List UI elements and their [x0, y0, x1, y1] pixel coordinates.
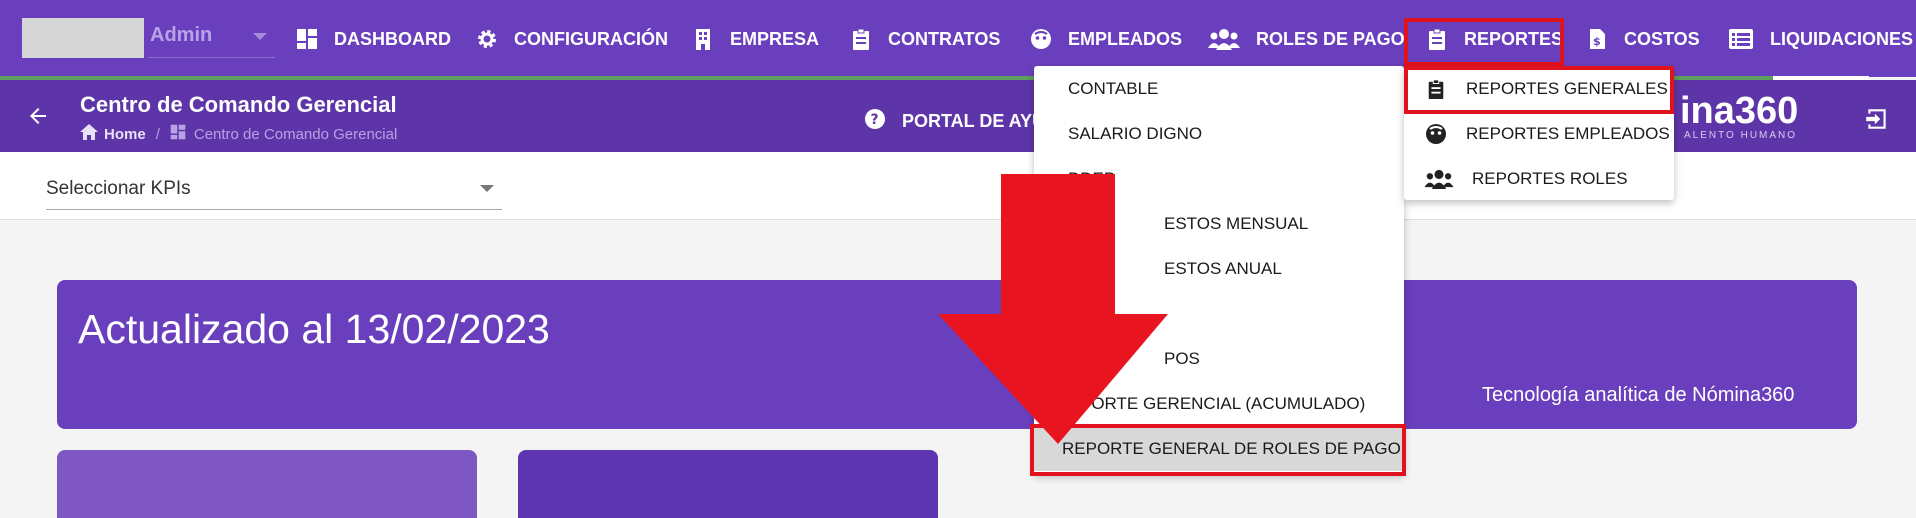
nav-label: CONTRATOS: [888, 28, 1001, 49]
kpi-select-label: Seleccionar KPIs: [46, 178, 191, 199]
menu-item-salario-digno[interactable]: SALARIO DIGNO: [1034, 111, 1404, 156]
chevron-down-icon[interactable]: [253, 33, 267, 40]
kpi-card: [518, 450, 938, 518]
breadcrumb-current: Centro de Comando Gerencial: [193, 125, 398, 143]
face-icon: [1424, 123, 1448, 145]
people-icon: [1208, 28, 1240, 50]
list-icon: [1728, 28, 1754, 50]
kpi-select[interactable]: Seleccionar KPIs: [46, 172, 502, 210]
nav-label: COSTOS: [1624, 28, 1700, 49]
building-icon: [692, 28, 714, 50]
svg-text:$: $: [1593, 35, 1601, 48]
nav-liquidaciones[interactable]: LIQUIDACIONES: [1728, 24, 1913, 54]
nav-label: LIQUIDACIONES: [1770, 28, 1914, 49]
generales-highlight-box: [1404, 66, 1674, 114]
banner-title: Actualizado al 13/02/2023: [78, 306, 550, 352]
home-icon[interactable]: [80, 124, 98, 144]
logout-icon[interactable]: [1864, 106, 1890, 137]
nav-empleados[interactable]: EMPLEADOS: [1030, 24, 1182, 54]
menu-item-label: REPORTES ROLES: [1472, 168, 1628, 188]
kpi-card: [57, 450, 477, 518]
menu-item-label: REPORTES EMPLEADOS: [1466, 123, 1670, 143]
nav-label: ROLES DE PAGO: [1256, 28, 1405, 49]
nav-roles-de-pago[interactable]: ROLES DE PAGO: [1208, 24, 1405, 54]
brand-tagline: ALENTO HUMANO: [1684, 130, 1798, 141]
help-icon: ?: [864, 108, 886, 135]
nav-configuracion[interactable]: CONFIGURACIÓN: [476, 24, 668, 54]
nav-empresa[interactable]: EMPRESA: [692, 24, 819, 54]
chevron-down-icon: [480, 185, 494, 192]
portal-ayuda-link[interactable]: ? PORTAL DE AYUD: [864, 108, 1058, 135]
dashboard-icon: [170, 124, 186, 144]
user-avatar-redacted[interactable]: [22, 18, 144, 58]
dashboard-icon: [296, 28, 318, 50]
face-icon: [1030, 28, 1052, 50]
page-title: Centro de Comando Gerencial: [80, 92, 397, 117]
reportes-highlight-box: [1404, 18, 1564, 66]
admin-dropdown-underline: [148, 57, 275, 58]
invoice-icon: $: [1586, 28, 1608, 50]
menu-item-contable[interactable]: CONTABLE: [1034, 66, 1404, 111]
menu-item-reportes-roles[interactable]: REPORTES ROLES: [1404, 156, 1674, 201]
nav-label: CONFIGURACIÓN: [514, 28, 668, 49]
admin-dropdown-label[interactable]: Admin: [150, 24, 212, 47]
red-arrow-down-icon: [938, 174, 1168, 449]
svg-text:?: ?: [871, 112, 879, 128]
nav-contratos[interactable]: CONTRATOS: [850, 24, 1000, 54]
menu-item-reportes-empleados[interactable]: REPORTES EMPLEADOS: [1404, 111, 1674, 156]
back-arrow-icon[interactable]: [26, 104, 50, 133]
nav-label: EMPRESA: [730, 28, 820, 49]
people-icon: [1424, 169, 1454, 189]
nav-dashboard[interactable]: DASHBOARD: [296, 24, 451, 54]
nav-label: EMPLEADOS: [1068, 28, 1183, 49]
nav-label: DASHBOARD: [334, 28, 451, 49]
gear-icon: [476, 28, 498, 50]
breadcrumb: Home / Centro de Comando Gerencial: [80, 124, 397, 144]
brand-logo: ina360: [1680, 90, 1799, 132]
breadcrumb-separator: /: [155, 125, 160, 143]
nav-costos[interactable]: $ COSTOS: [1586, 24, 1700, 54]
banner-subtitle: Tecnología analítica de Nómina360: [1482, 384, 1795, 406]
breadcrumb-home[interactable]: Home: [104, 126, 146, 143]
clipboard-icon: [850, 28, 872, 50]
